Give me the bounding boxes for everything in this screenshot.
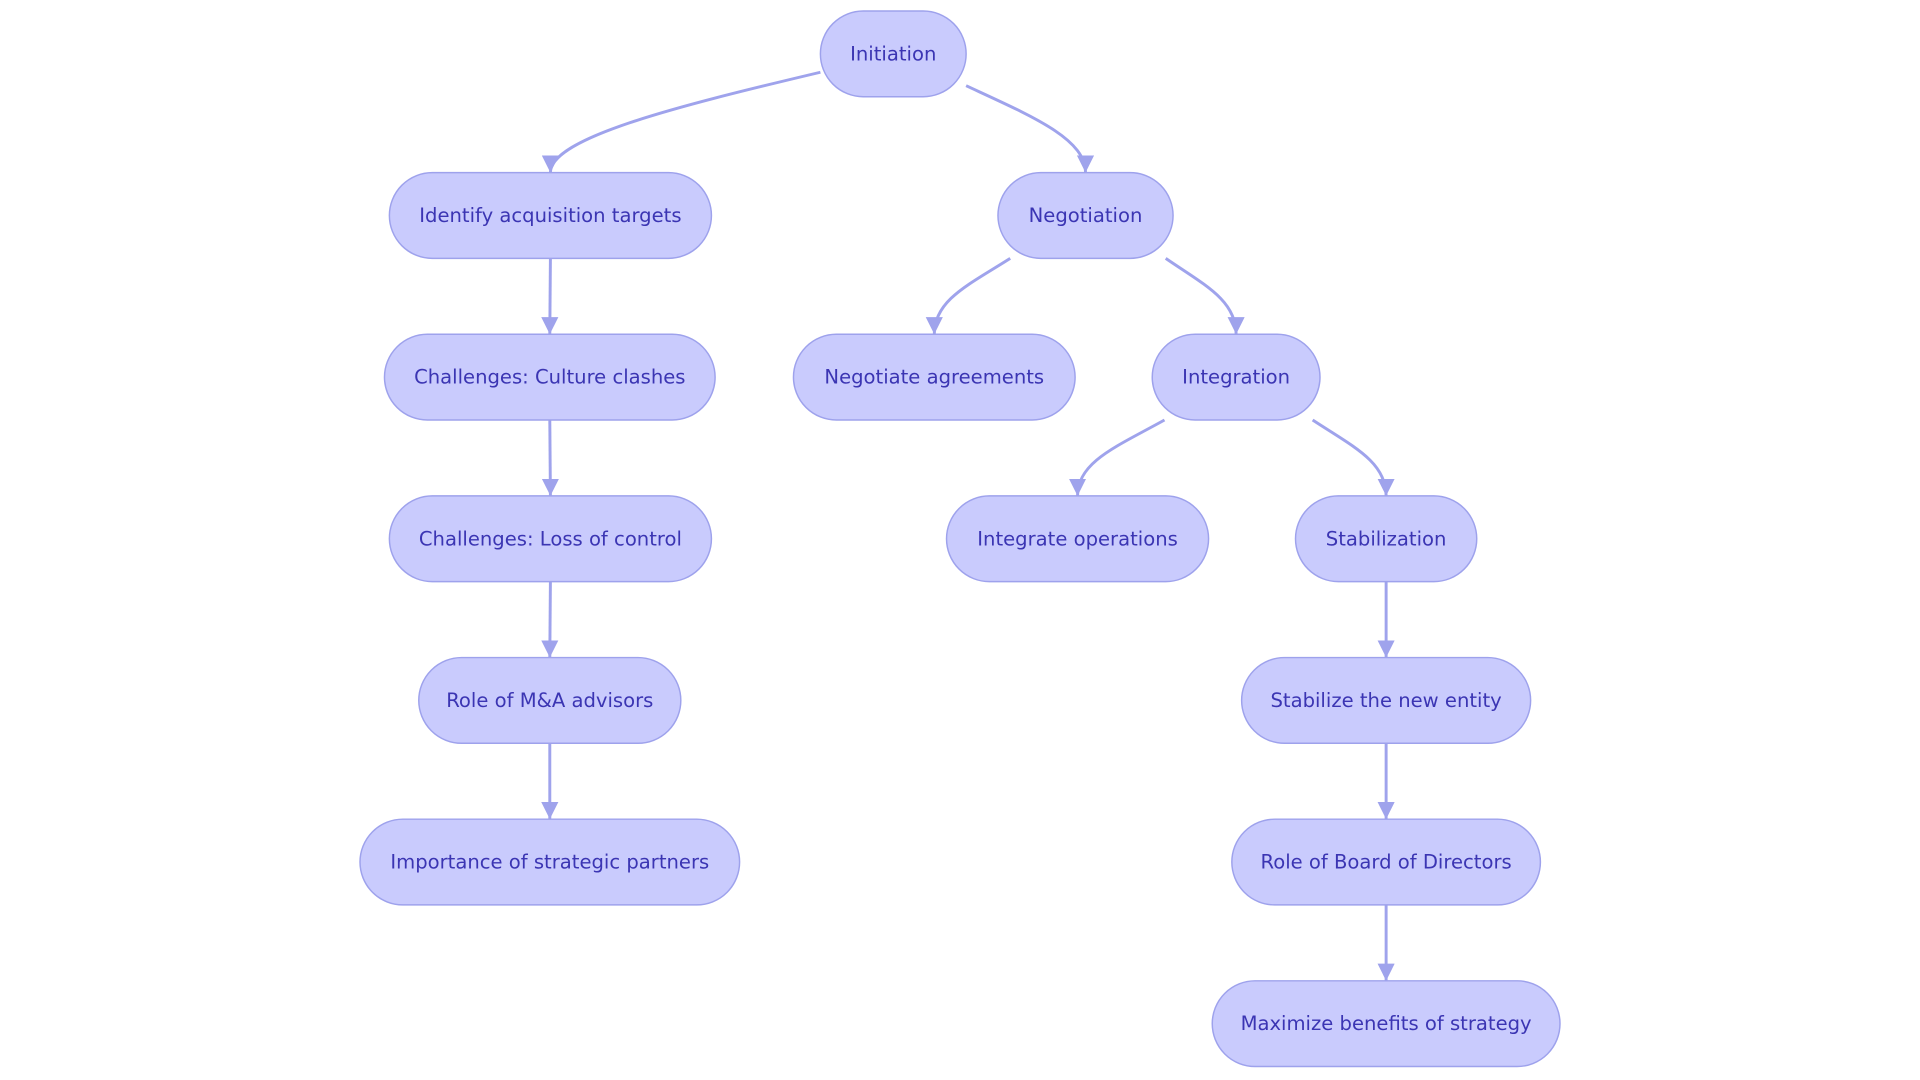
node-label: Integration: [1182, 366, 1290, 389]
node-culture: Challenges: Culture clashes: [383, 333, 716, 421]
node-label: Identify acquisition targets: [419, 204, 681, 227]
edge-control-to-advisors: [541, 581, 559, 658]
node-operations: Integrate operations: [945, 495, 1210, 583]
edge-negotiation-to-agreements: [925, 257, 1011, 335]
node-agreements: Negotiate agreements: [792, 333, 1076, 421]
edge-negotiation-to-integration: [1164, 257, 1245, 335]
node-label: Challenges: Culture clashes: [414, 366, 685, 389]
node-label: Role of Board of Directors: [1261, 851, 1512, 874]
node-board: Role of Board of Directors: [1231, 818, 1542, 906]
node-label: Negotiate agreements: [824, 366, 1044, 389]
node-initiation: Initiation: [819, 10, 967, 98]
node-integration: Integration: [1151, 333, 1321, 421]
node-label: Role of M&A advisors: [446, 689, 653, 712]
node-label: Maximize benefits of strategy: [1241, 1012, 1532, 1035]
node-label: Stabilization: [1326, 527, 1447, 550]
node-maximize: Maximize benefits of strategy: [1211, 980, 1561, 1068]
node-stabilize: Stabilize the new entity: [1240, 656, 1532, 744]
node-identify: Identify acquisition targets: [388, 171, 713, 260]
node-label: Integrate operations: [977, 527, 1178, 550]
node-label: Challenges: Loss of control: [419, 527, 682, 550]
edge-integration-to-operations: [1068, 418, 1166, 496]
node-label: Negotiation: [1029, 204, 1143, 227]
edge-integration-to-stabilization: [1311, 418, 1395, 496]
edge-initiation-to-identify: [541, 70, 821, 173]
node-negotiation: Negotiation: [997, 171, 1174, 260]
node-advisors: Role of M&A advisors: [418, 656, 682, 744]
node-control: Challenges: Loss of control: [388, 495, 713, 583]
edge-identify-to-culture: [541, 258, 559, 335]
node-label: Importance of strategic partners: [390, 851, 709, 874]
edge-culture-to-control: [541, 419, 559, 496]
node-stabilization: Stabilization: [1294, 495, 1478, 583]
flowchart: Initiation Identify acquisition targets Ne…: [359, 10, 1561, 1068]
node-label: Stabilize the new entity: [1270, 689, 1501, 712]
node-partners: Importance of strategic partners: [359, 818, 741, 906]
node-label: Initiation: [850, 42, 936, 65]
edge-initiation-to-negotiation: [965, 84, 1095, 173]
